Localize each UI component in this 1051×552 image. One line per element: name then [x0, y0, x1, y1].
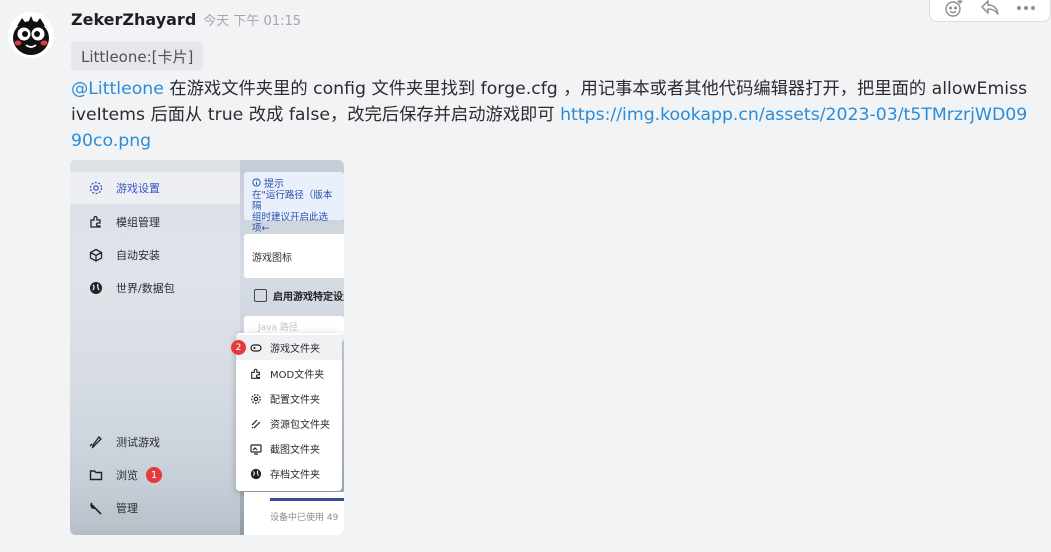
menu-item-resourcepack-folder[interactable]: 资源包文件夹: [236, 411, 342, 436]
menu-item-mod-folder[interactable]: MOD文件夹: [236, 361, 342, 386]
nav-item-world-datapack[interactable]: 世界/数据包: [70, 272, 240, 304]
nav-item-mod-manage[interactable]: 模组管理: [70, 206, 240, 238]
nav-item-label: 测试游戏: [116, 436, 160, 449]
tip-text-2: 组时建议开启此选项←: [252, 212, 329, 234]
storage-usage-text: 设备中已使用 49: [270, 513, 339, 523]
gear-icon: [88, 180, 104, 196]
more-icon[interactable]: [1012, 0, 1040, 20]
add-reaction-icon[interactable]: [940, 0, 968, 20]
menu-item-saves-folder[interactable]: 存档文件夹: [236, 461, 342, 486]
java-path-placeholder: Java 路径: [258, 323, 298, 333]
author-name[interactable]: ZekerZhayard: [71, 10, 196, 29]
menu-item-screenshot-folder[interactable]: 截图文件夹: [236, 436, 342, 461]
nav-item-label: 世界/数据包: [116, 282, 175, 295]
image-attachment[interactable]: 游戏设置 模组管理 自动安装 世界/数据包 测试游戏 浏览 1 管理 提示 在"…: [70, 160, 344, 535]
gamepad-icon: [250, 342, 262, 354]
tip-title: 提示: [264, 178, 284, 190]
texture-icon: [250, 418, 262, 430]
globe-icon: [88, 280, 104, 296]
menu-item-label: 游戏文件夹: [270, 344, 320, 355]
info-icon: [252, 178, 261, 190]
folder-icon: [88, 467, 104, 483]
nav-item-manage[interactable]: 管理: [70, 492, 240, 524]
menu-item-label: MOD文件夹: [270, 370, 325, 381]
user-avatar[interactable]: [8, 12, 54, 58]
wrench-icon: [88, 500, 104, 516]
game-icon-field[interactable]: 游戏图标: [244, 234, 344, 278]
quoted-message-text: Littleone:[卡片]: [81, 47, 194, 66]
screenshot-icon: [250, 443, 262, 455]
tip-box: 提示 在"运行路径（版本隔 组时建议开启此选项←: [244, 172, 344, 234]
storage-progress-fill: [270, 498, 344, 501]
nav-item-browse[interactable]: 浏览 1: [70, 459, 240, 491]
step-badge: 1: [146, 467, 162, 483]
specific-settings-checkbox[interactable]: 启用游戏特定设置: [254, 288, 344, 303]
tip-text-1: 在"运行路径（版本隔: [252, 190, 333, 212]
checkbox-box[interactable]: [254, 289, 267, 302]
launcher-sidebar: 游戏设置 模组管理 自动安装 世界/数据包 测试游戏 浏览 1 管理: [70, 160, 240, 535]
puzzle-icon: [250, 368, 262, 380]
rocket-icon: [88, 434, 104, 450]
storage-area: 设备中已使用 49: [244, 492, 344, 535]
user-mention[interactable]: @Littleone: [71, 79, 164, 99]
step-badge: 2: [231, 340, 246, 355]
nav-item-label: 浏览: [116, 469, 138, 482]
reply-icon[interactable]: [976, 0, 1004, 20]
gear-icon: [250, 393, 262, 405]
author-line: ZekerZhayard 今天 下午 01:15: [71, 10, 301, 36]
storage-progress-bar: [270, 498, 344, 501]
game-icon-label: 游戏图标: [252, 252, 292, 264]
message-card: ZekerZhayard 今天 下午 01:15 Littleone:[卡片] …: [0, 0, 1051, 545]
nav-item-auto-install[interactable]: 自动安装: [70, 239, 240, 271]
nav-item-label: 管理: [116, 502, 138, 515]
menu-item-label: 截图文件夹: [270, 445, 320, 456]
globe-icon: [250, 468, 262, 480]
message-timestamp: 今天 下午 01:15: [203, 14, 302, 29]
nav-item-game-settings[interactable]: 游戏设置: [70, 172, 240, 204]
menu-item-label: 资源包文件夹: [270, 420, 330, 431]
browse-dropdown-menu: 2 游戏文件夹 MOD文件夹 配置文件夹 资源包文件夹 截图文件夹 存档文件夹: [231, 333, 342, 491]
nav-item-label: 游戏设置: [116, 182, 160, 195]
menu-item-game-folder[interactable]: 2 游戏文件夹: [231, 335, 342, 360]
puzzle-icon: [88, 214, 104, 230]
nav-item-label: 模组管理: [116, 216, 160, 229]
message-toolbar: [929, 0, 1051, 22]
nav-item-label: 自动安装: [116, 249, 160, 262]
menu-item-label: 存档文件夹: [270, 470, 320, 481]
quoted-message[interactable]: Littleone:[卡片]: [71, 42, 204, 70]
menu-item-config-folder[interactable]: 配置文件夹: [236, 386, 342, 411]
checkbox-label: 启用游戏特定设置: [273, 292, 344, 303]
nav-item-test-game[interactable]: 测试游戏: [70, 426, 240, 458]
cube-icon: [88, 247, 104, 263]
menu-item-label: 配置文件夹: [270, 395, 320, 406]
message-content: @Littleone 在游戏文件夹里的 config 文件夹里找到 forge.…: [71, 76, 1031, 154]
